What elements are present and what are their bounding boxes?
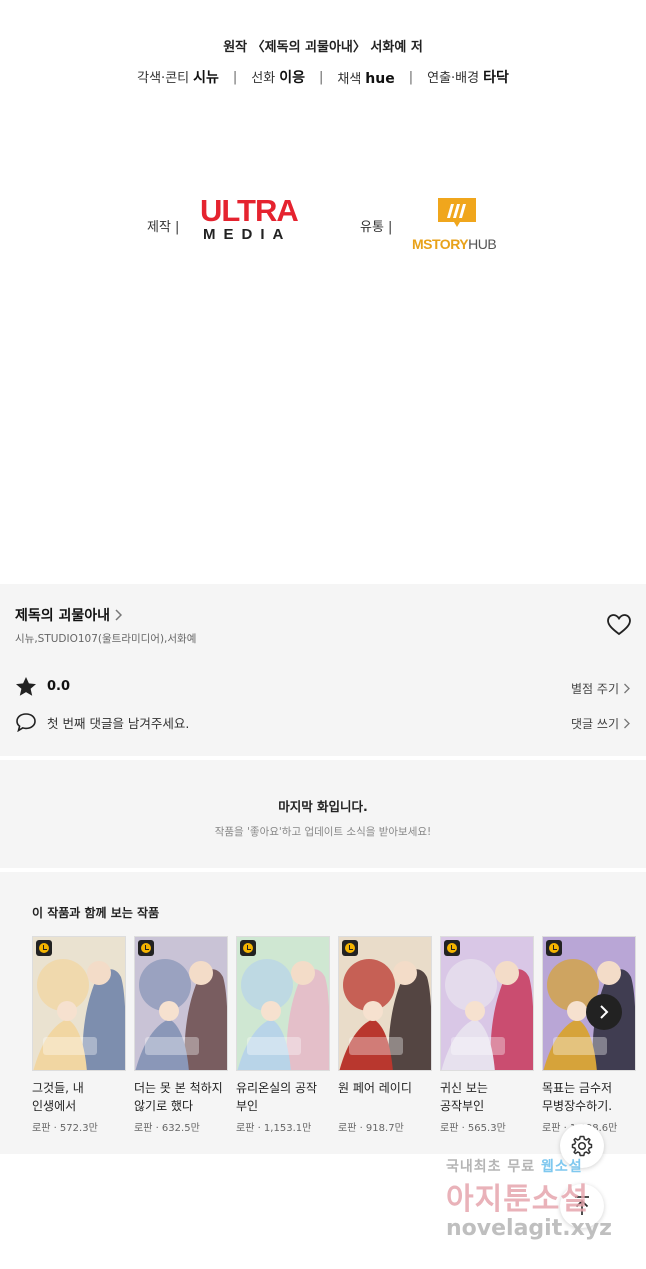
role-separator: | <box>232 69 238 85</box>
clock-icon <box>36 940 52 956</box>
chevron-right-icon <box>624 683 630 694</box>
last-episode-subtext: 작품을 '좋아요'하고 업데이트 소식을 받아보세요! <box>214 826 432 838</box>
clock-icon <box>546 940 562 956</box>
role-separator: | <box>318 69 324 85</box>
carousel-next-button[interactable] <box>586 994 622 1030</box>
mstory-emblem-icon <box>438 198 476 227</box>
card-title: 귀신 보는 공작부인 <box>440 1081 488 1113</box>
ultra-media-logo: ULTRA MEDIA <box>200 193 299 243</box>
card-thumbnail <box>440 936 534 1071</box>
card-meta: 로판 · 572.3만 <box>32 1123 98 1134</box>
rate-button[interactable]: 별점 주기 <box>571 680 630 697</box>
role-lineart: 선화 이응 <box>251 70 305 86</box>
clock-icon <box>342 940 358 956</box>
heart-icon[interactable] <box>606 613 632 637</box>
recommended-card[interactable]: 원 페어 레이디 로판 · 918.7만 <box>338 936 432 1134</box>
card-title: 목표는 금수저 무병장수하기. <box>542 1081 613 1113</box>
role-separator: | <box>408 69 414 85</box>
comment-row: 첫 번째 댓글을 남겨주세요. <box>15 712 189 732</box>
settings-button[interactable] <box>560 1124 604 1168</box>
recommended-carousel: 그것들, 내 인생에서 삭제합니다 로판 · 572.3만 더는 못 본 척하지… <box>32 936 646 1146</box>
comment-icon <box>16 713 36 732</box>
recommended-heading: 이 작품과 함께 보는 작품 <box>32 906 160 920</box>
work-authors: 시뉴,STUDIO107(울트라미디어),서화예 <box>15 633 197 645</box>
gear-icon <box>571 1135 593 1157</box>
card-title: 원 페어 레이디 <box>338 1081 412 1095</box>
rating-row: 0.0 <box>15 676 70 697</box>
card-thumbnail <box>338 936 432 1071</box>
distribution-label: 유통 | <box>360 220 393 235</box>
card-thumbnail <box>134 936 228 1071</box>
mstory-hub-logo: MSTORYHUB <box>412 196 502 256</box>
production-label: 제작 | <box>147 220 180 235</box>
work-info-panel: 제독의 괴물아내 시뉴,STUDIO107(울트라미디어),서화예 0.0 별점… <box>0 584 646 756</box>
recommended-card[interactable]: 목표는 금수저 무병장수하기. 로판 · 1,098.6만 <box>542 936 636 1134</box>
card-thumbnail <box>236 936 330 1071</box>
card-meta: 로판 · 565.3만 <box>440 1123 506 1134</box>
card-title: 그것들, 내 인생에서 삭제합니다 <box>32 1081 84 1113</box>
recommended-section: 이 작품과 함께 보는 작품 그것들, 내 인생에서 삭제합니다 로판 · 57… <box>0 872 646 1154</box>
staff-roles: 각색·콘티 시뉴 | 선화 이응 | 채색 hue | 연출·배경 타닥 <box>0 67 646 87</box>
site-watermark: 국내최초 무료 웹소설 아지툰소설 novelagit.xyz <box>446 1159 612 1241</box>
scroll-top-button[interactable] <box>560 1184 604 1228</box>
last-episode-notice: 마지막 화입니다. 작품을 '좋아요'하고 업데이트 소식을 받아보세요! <box>0 760 646 868</box>
chevron-right-icon <box>624 718 630 729</box>
card-meta: 로판 · 1,153.1만 <box>236 1123 312 1134</box>
chevron-right-icon <box>600 1005 609 1019</box>
card-meta: 로판 · 918.7만 <box>338 1123 404 1134</box>
arrow-up-icon <box>575 1196 589 1215</box>
role-direction: 연출·배경 타닥 <box>427 70 509 86</box>
work-title-link[interactable]: 제독의 괴물아내 <box>15 605 123 625</box>
chevron-right-icon <box>115 609 123 621</box>
rating-score: 0.0 <box>47 679 71 694</box>
recommended-card[interactable]: 그것들, 내 인생에서 삭제합니다 로판 · 572.3만 <box>32 936 126 1134</box>
clock-icon <box>240 940 256 956</box>
recommended-card[interactable]: 유리온실의 공작 부인 로판 · 1,153.1만 <box>236 936 330 1134</box>
star-icon <box>16 677 36 696</box>
clock-icon <box>444 940 460 956</box>
card-title: 유리온실의 공작 부인 <box>236 1081 318 1113</box>
company-logos: 제작 | ULTRA MEDIA 유통 | MSTORYHUB <box>0 193 646 256</box>
comment-prompt: 첫 번째 댓글을 남겨주세요. <box>47 715 190 731</box>
card-title: 더는 못 본 척하지 않기로 했다 <box>134 1081 223 1113</box>
card-thumbnail <box>32 936 126 1071</box>
card-meta: 로판 · 632.5만 <box>134 1123 200 1134</box>
role-coloring: 채색 hue <box>337 70 395 87</box>
write-comment-button[interactable]: 댓글 쓰기 <box>571 715 630 732</box>
credits: 원작 〈제독의 괴물아내〉 서화예 저 각색·콘티 시뉴 | 선화 이응 | 채색 h… <box>0 36 646 87</box>
work-title: 제독의 괴물아내 <box>15 608 111 624</box>
last-episode-heading: 마지막 화입니다. <box>278 799 368 814</box>
original-credit: 원작 〈제독의 괴물아내〉 서화예 저 <box>223 40 423 55</box>
recommended-card[interactable]: 귀신 보는 공작부인 로판 · 565.3만 <box>440 936 534 1134</box>
role-storyboard: 각색·콘티 시뉴 <box>137 70 219 86</box>
recommended-card[interactable]: 더는 못 본 척하지 않기로 했다 로판 · 632.5만 <box>134 936 228 1134</box>
clock-icon <box>138 940 154 956</box>
